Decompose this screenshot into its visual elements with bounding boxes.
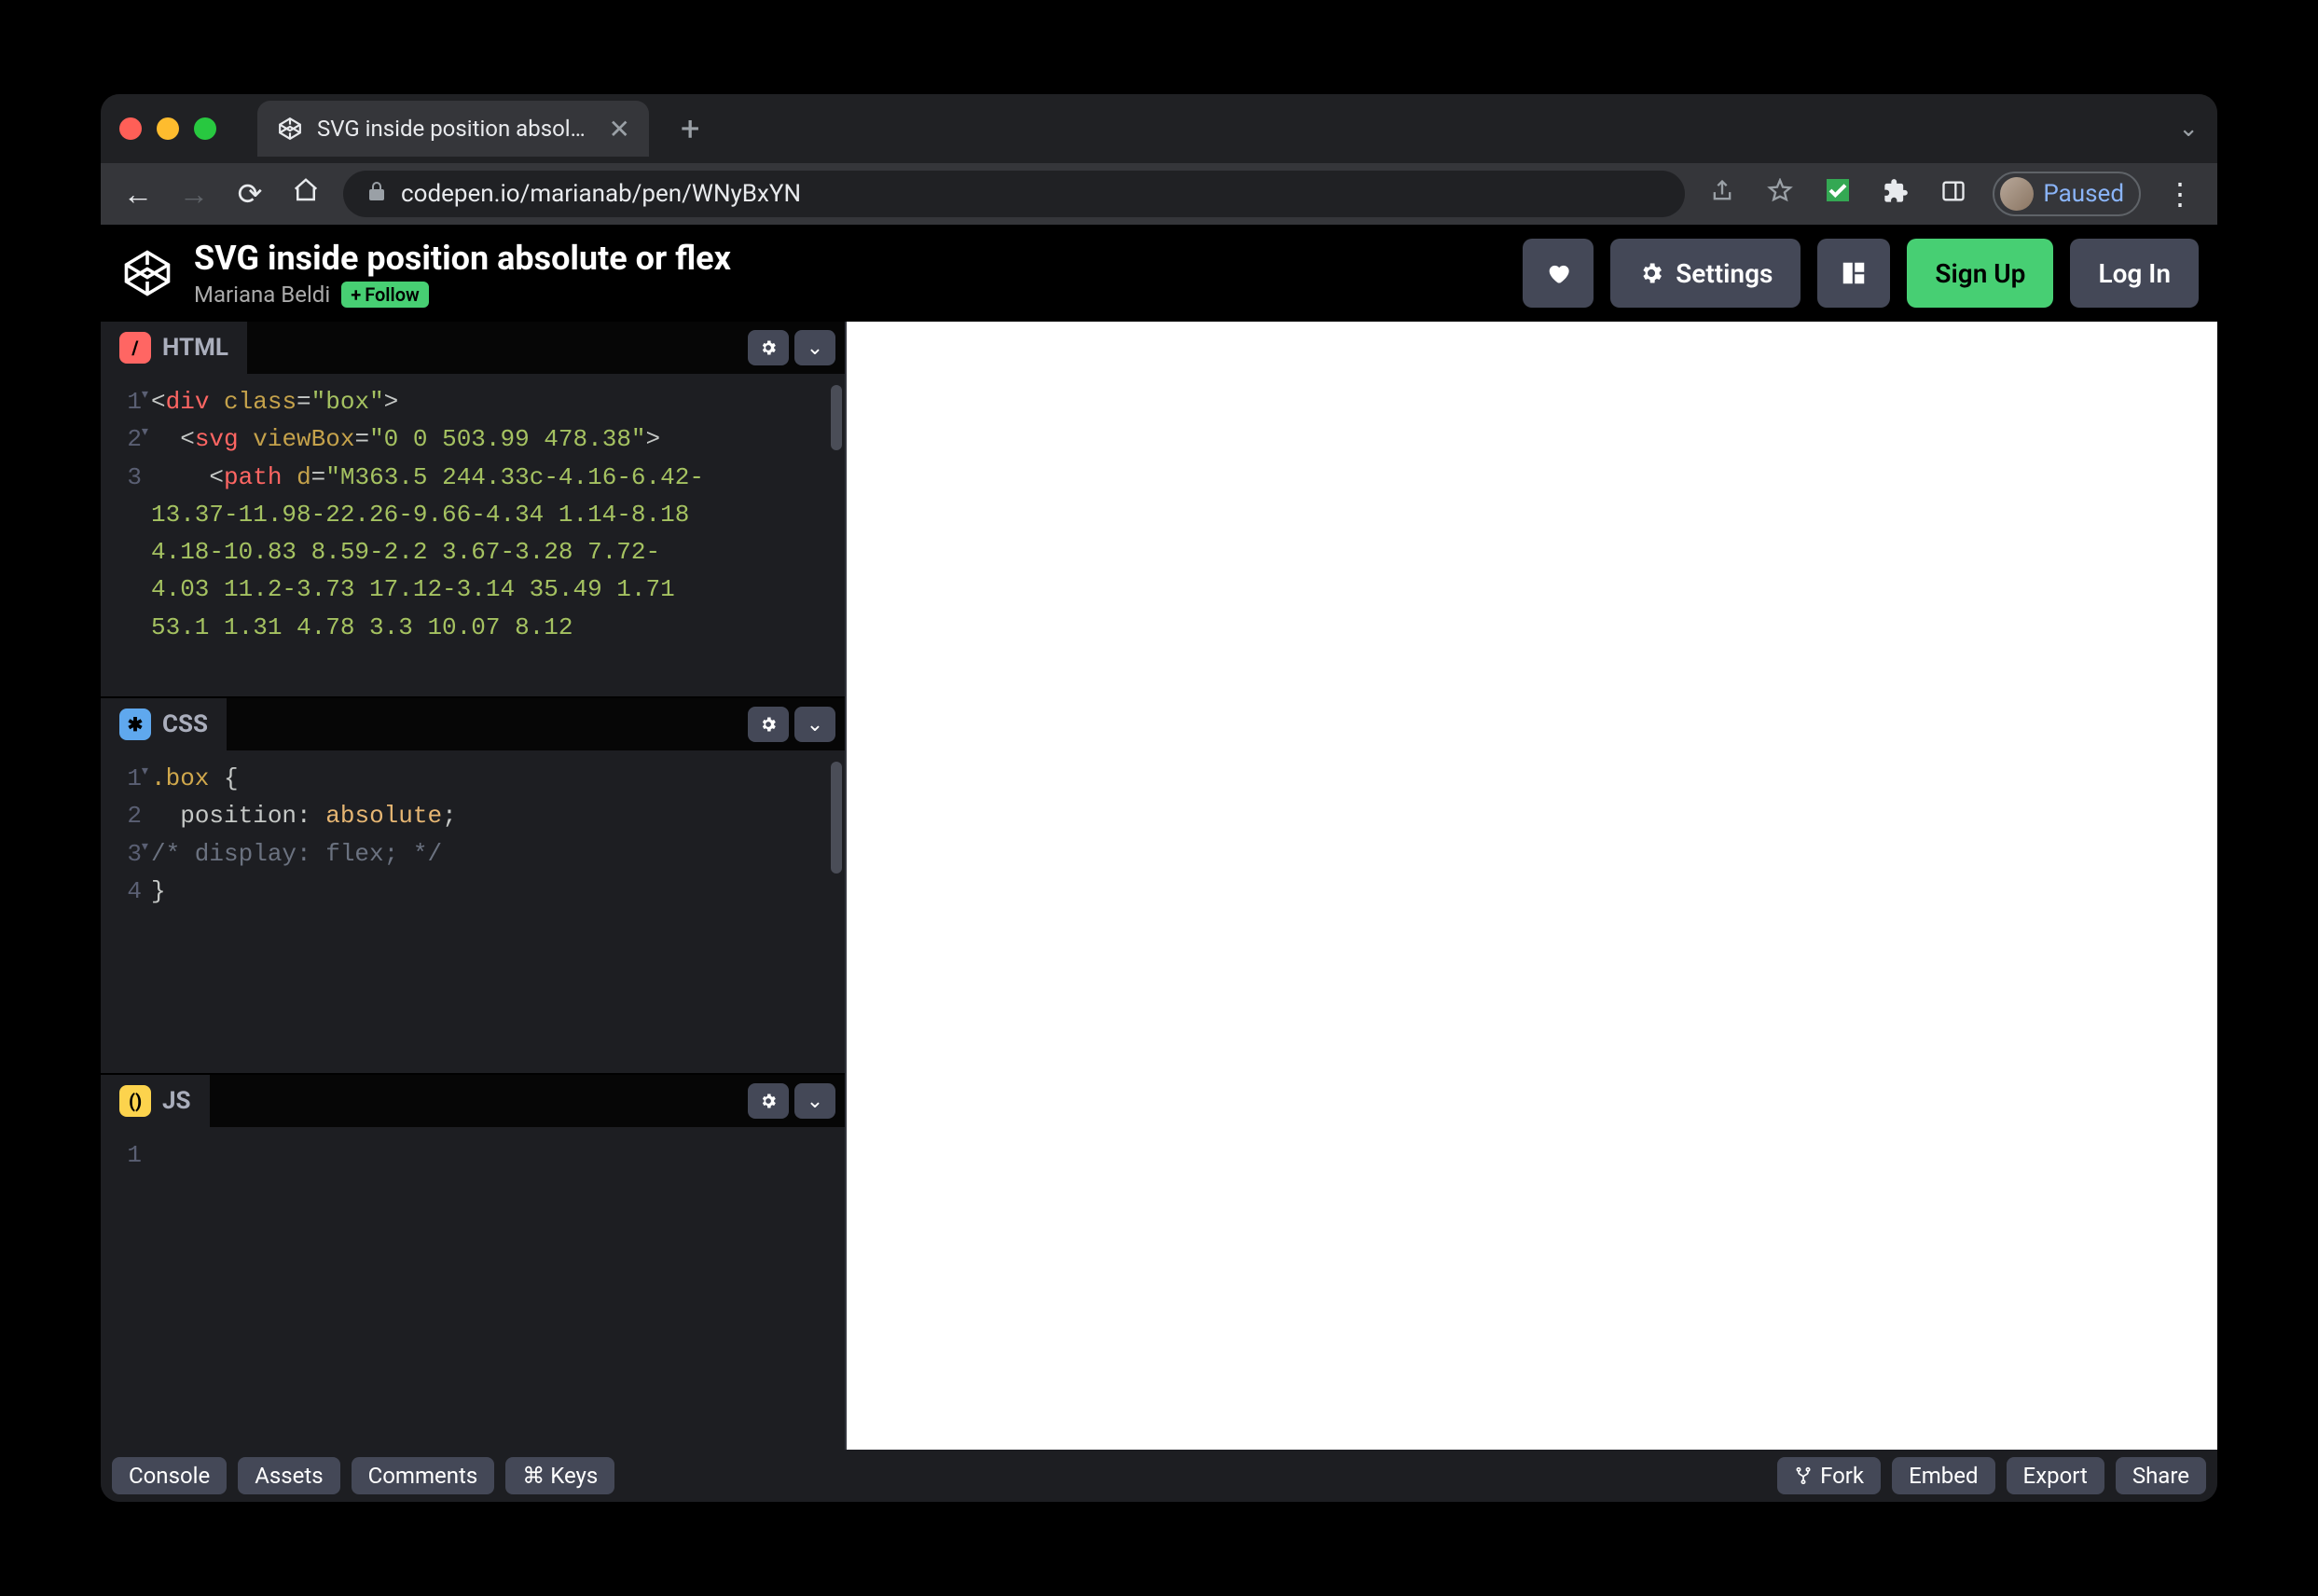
html-panel: / HTML ⌄ 123 <div class="box"> <sv	[101, 322, 845, 696]
html-settings-icon[interactable]	[748, 330, 789, 365]
html-scrollbar[interactable]	[831, 385, 842, 450]
tab-close-icon[interactable]: ✕	[609, 114, 630, 144]
shield-check-icon[interactable]	[1819, 175, 1856, 213]
fork-button[interactable]: Fork	[1777, 1457, 1881, 1494]
console-button[interactable]: Console	[112, 1457, 227, 1494]
pen-title-block: SVG inside position absolute or flex Mar…	[194, 239, 731, 308]
css-scrollbar[interactable]	[831, 762, 842, 874]
html-chevron-down-icon[interactable]: ⌄	[794, 330, 835, 365]
header-actions: Settings Sign Up Log In	[1523, 239, 2199, 308]
css-panel-header: ✱ CSS ⌄	[101, 698, 845, 750]
js-panel-label: JS	[162, 1087, 191, 1115]
browser-tab[interactable]: SVG inside position absolute o… ✕	[257, 101, 649, 157]
comments-button[interactable]: Comments	[352, 1457, 495, 1494]
preview-pane[interactable]	[847, 322, 2217, 1450]
js-chevron-down-icon[interactable]: ⌄	[794, 1083, 835, 1119]
css-code[interactable]: .box { position: absolute; /* display: f…	[151, 750, 845, 1073]
css-chevron-down-icon[interactable]: ⌄	[794, 707, 835, 742]
codepen-header: SVG inside position absolute or flex Mar…	[101, 225, 2217, 322]
html-panel-label: HTML	[162, 334, 228, 362]
tab-bar: SVG inside position absolute o… ✕ + ⌄	[101, 94, 2217, 163]
new-tab-button[interactable]: +	[681, 109, 699, 148]
tabs-menu-icon[interactable]: ⌄	[2178, 115, 2199, 143]
js-panel-header: () JS ⌄	[101, 1075, 845, 1127]
editor-area: / HTML ⌄ 123 <div class="box"> <sv	[101, 322, 2217, 1450]
pen-author[interactable]: Mariana Beldi	[194, 282, 330, 308]
html-gutter: 123	[101, 374, 151, 696]
bookmark-icon[interactable]	[1761, 176, 1799, 212]
css-panel-label: CSS	[162, 710, 208, 738]
forward-button[interactable]: →	[175, 176, 213, 212]
home-button[interactable]	[287, 176, 324, 212]
profile-paused-chip[interactable]: Paused	[1993, 172, 2141, 216]
kebab-menu-icon[interactable]: ⋮	[2161, 176, 2199, 212]
js-settings-icon[interactable]	[748, 1083, 789, 1119]
css-badge-icon: ✱	[119, 709, 151, 740]
nav-bar: ← → ⟳ codepen.io/marianab/pen/WNyBxYN	[101, 163, 2217, 225]
back-button[interactable]: ←	[119, 176, 157, 212]
editors-column: / HTML ⌄ 123 <div class="box"> <sv	[101, 322, 847, 1450]
reload-button[interactable]: ⟳	[231, 176, 269, 212]
window-maximize-button[interactable]	[194, 117, 216, 140]
codepen-favicon	[276, 115, 304, 143]
html-code-area[interactable]: 123 <div class="box"> <svg viewBox="0 0 …	[101, 374, 845, 696]
assets-button[interactable]: Assets	[238, 1457, 339, 1494]
login-label: Log In	[2098, 258, 2171, 289]
js-code[interactable]	[151, 1127, 845, 1450]
keys-button[interactable]: ⌘ Keys	[505, 1457, 614, 1494]
css-panel: ✱ CSS ⌄ 1234 .box { position: absolute	[101, 696, 845, 1073]
js-gutter: 1	[101, 1127, 151, 1450]
window-minimize-button[interactable]	[157, 117, 179, 140]
html-badge-icon: /	[119, 332, 151, 364]
html-panel-header: / HTML ⌄	[101, 322, 845, 374]
url-bar[interactable]: codepen.io/marianab/pen/WNyBxYN	[343, 171, 1685, 217]
pen-title: SVG inside position absolute or flex	[194, 239, 731, 278]
nav-right: Paused ⋮	[1704, 172, 2199, 216]
html-code[interactable]: <div class="box"> <svg viewBox="0 0 503.…	[151, 374, 845, 696]
url-text: codepen.io/marianab/pen/WNyBxYN	[401, 180, 801, 208]
browser-window: SVG inside position absolute o… ✕ + ⌄ ← …	[101, 94, 2217, 1502]
love-button[interactable]	[1523, 239, 1594, 308]
layout-button[interactable]	[1817, 239, 1890, 308]
avatar	[2000, 177, 2034, 211]
signup-button[interactable]: Sign Up	[1907, 239, 2053, 308]
paused-label: Paused	[2043, 180, 2124, 208]
js-panel: () JS ⌄ 1	[101, 1073, 845, 1450]
export-button[interactable]: Export	[2007, 1457, 2104, 1494]
signup-label: Sign Up	[1935, 258, 2025, 289]
share-button[interactable]: Share	[2116, 1457, 2206, 1494]
footer-bar: Console Assets Comments ⌘ Keys Fork Embe…	[101, 1450, 2217, 1502]
traffic-lights	[119, 117, 216, 140]
css-settings-icon[interactable]	[748, 707, 789, 742]
codepen-logo-icon[interactable]	[119, 245, 175, 301]
js-badge-icon: ()	[119, 1085, 151, 1117]
tab-title: SVG inside position absolute o…	[317, 116, 596, 142]
share-icon[interactable]	[1704, 176, 1741, 212]
html-panel-tab[interactable]: / HTML	[101, 322, 247, 374]
window-close-button[interactable]	[119, 117, 142, 140]
embed-button[interactable]: Embed	[1892, 1457, 1994, 1494]
settings-button[interactable]: Settings	[1610, 239, 1801, 308]
css-gutter: 1234	[101, 750, 151, 1073]
settings-label: Settings	[1676, 258, 1773, 289]
login-button[interactable]: Log In	[2070, 239, 2199, 308]
js-code-area[interactable]: 1	[101, 1127, 845, 1450]
extensions-icon[interactable]	[1877, 176, 1914, 212]
lock-icon	[366, 180, 388, 209]
panel-icon[interactable]	[1935, 176, 1972, 212]
css-code-area[interactable]: 1234 .box { position: absolute; /* displ…	[101, 750, 845, 1073]
css-panel-tab[interactable]: ✱ CSS	[101, 698, 227, 750]
follow-button[interactable]: + Follow	[341, 282, 429, 308]
js-panel-tab[interactable]: () JS	[101, 1075, 210, 1127]
